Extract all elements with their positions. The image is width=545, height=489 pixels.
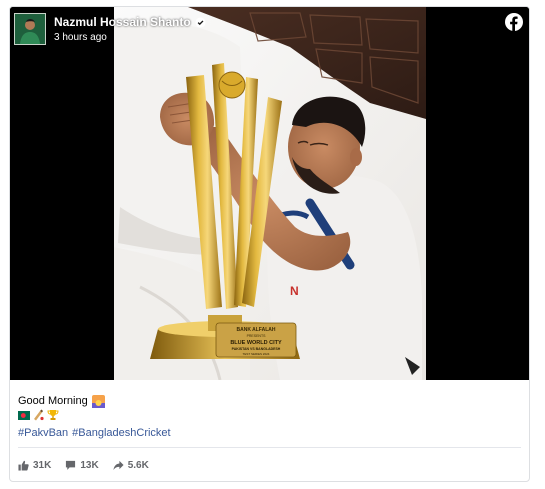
- author-row: Nazmul Hossain Shanto: [54, 15, 206, 29]
- caption-line-2: [18, 409, 171, 425]
- comment-count-value: 13K: [80, 459, 99, 471]
- share-count[interactable]: 5.6K: [113, 460, 149, 471]
- share-count-value: 5.6K: [127, 459, 149, 471]
- share-icon: [113, 460, 124, 470]
- bangladesh-flag-emoji-icon: [18, 409, 30, 425]
- facebook-post-card: N BANK ALFALAH PRESENTS BLUE WORLD CITY …: [9, 6, 530, 482]
- caption-line-1: Good Morning: [18, 393, 171, 409]
- like-count[interactable]: 31K: [18, 460, 51, 471]
- facebook-icon[interactable]: [505, 13, 523, 31]
- comment-count[interactable]: 13K: [65, 459, 99, 471]
- plaque-subtitle: TEST SERIES 2024: [243, 352, 270, 356]
- verified-badge-icon: [195, 16, 206, 28]
- plaque-series: PAKISTAN VS BANGLADESH: [232, 347, 281, 351]
- stats-divider: [18, 447, 521, 448]
- sunrise-emoji-icon: [91, 394, 105, 408]
- hashtag-line: #PakvBan #BangladeshCricket: [18, 425, 171, 441]
- svg-text:N: N: [290, 284, 299, 298]
- like-icon: [18, 460, 29, 471]
- trophy-emoji-icon: [47, 409, 59, 426]
- author-name[interactable]: Nazmul Hossain Shanto: [54, 15, 191, 29]
- author-avatar[interactable]: [14, 13, 46, 45]
- plaque-title: BLUE WORLD CITY: [230, 340, 282, 346]
- post-caption: Good Morning #PakvBan #BangladeshCricket: [18, 393, 171, 441]
- hashtag-pakvban[interactable]: #PakvBan: [18, 425, 68, 441]
- engagement-stats: 31K 13K 5.6K: [18, 457, 163, 473]
- cricket-emoji-icon: [32, 409, 44, 426]
- author-info: Nazmul Hossain Shanto 3 hours ago: [54, 15, 206, 43]
- comment-icon: [66, 460, 76, 470]
- plaque-brand: BANK ALFALAH: [237, 327, 276, 333]
- like-count-value: 31K: [33, 459, 52, 471]
- hashtag-bangladeshcricket[interactable]: #BangladeshCricket: [72, 425, 170, 441]
- post-photo[interactable]: N BANK ALFALAH PRESENTS BLUE WORLD CITY …: [10, 7, 529, 380]
- post-header: Nazmul Hossain Shanto 3 hours ago: [14, 12, 206, 46]
- plaque-presents: PRESENTS: [247, 334, 267, 338]
- post-timestamp[interactable]: 3 hours ago: [54, 32, 206, 43]
- avatar-image: [15, 14, 45, 44]
- caption-text: Good Morning: [18, 395, 88, 407]
- photo-illustration: N BANK ALFALAH PRESENTS BLUE WORLD CITY …: [10, 7, 529, 380]
